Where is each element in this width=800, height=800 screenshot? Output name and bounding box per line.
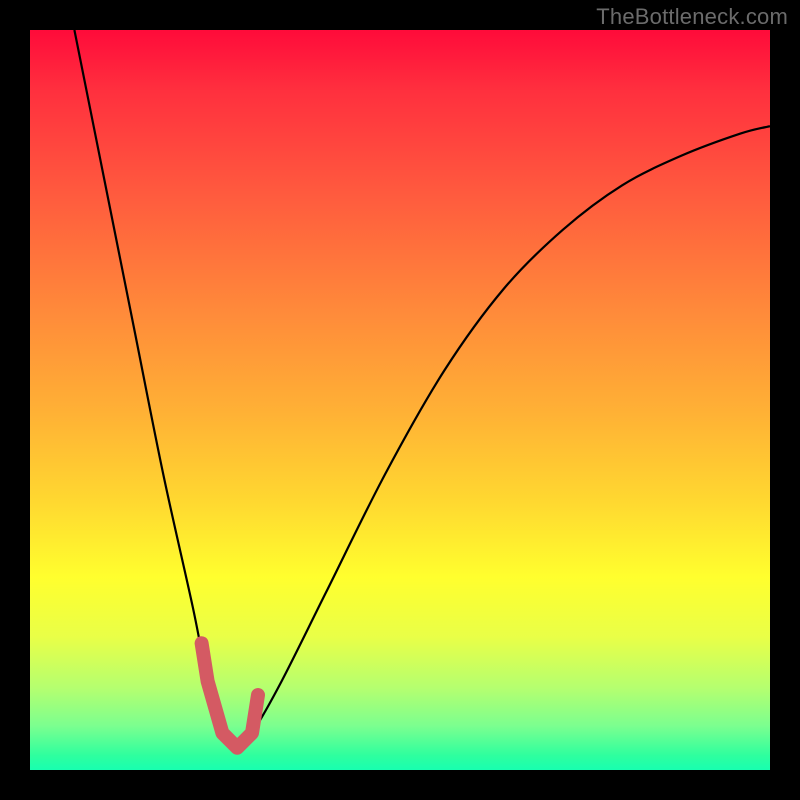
- watermark-text: TheBottleneck.com: [596, 4, 788, 30]
- chart-plot-area: [30, 30, 770, 770]
- bottleneck-curve: [30, 30, 770, 770]
- curve-line: [74, 30, 770, 748]
- minimum-marker: [202, 643, 258, 748]
